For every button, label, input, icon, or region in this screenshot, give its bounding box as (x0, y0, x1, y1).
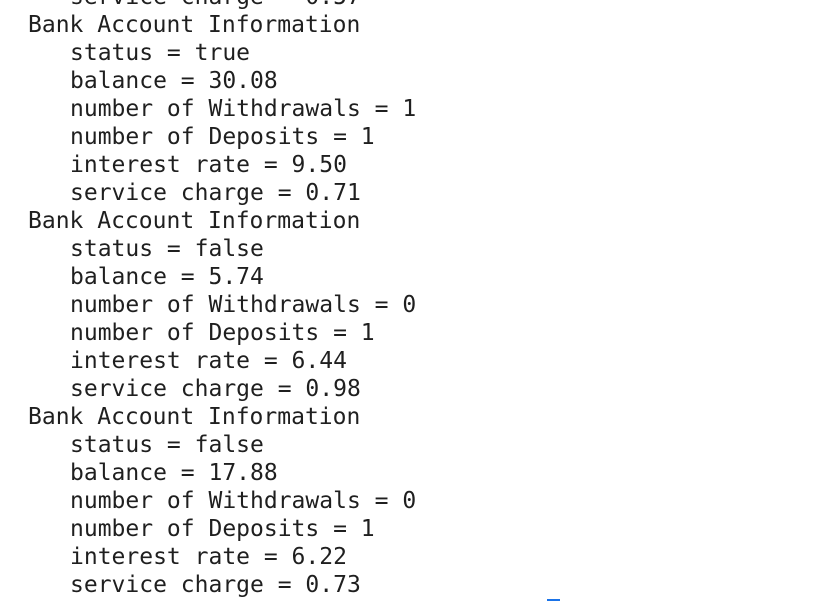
account-field-line: number of Deposits = 1 (70, 320, 375, 346)
account-header-line: Bank Account Information (28, 12, 361, 38)
account-field-line: balance = 17.88 (70, 460, 278, 486)
account-field-line: number of Withdrawals = 1 (70, 96, 417, 122)
account-field-line: service charge = 0.98 (70, 376, 361, 402)
account-field-line: interest rate = 9.50 (70, 152, 347, 178)
console-output-text: service charge = 0.57Bank Account Inform… (28, 0, 416, 599)
account-field-line: number of Withdrawals = 0 (70, 292, 417, 318)
account-field-line: balance = 5.74 (70, 264, 264, 290)
text-cursor (547, 599, 560, 601)
account-field-line: number of Withdrawals = 0 (70, 488, 417, 514)
account-field-line: status = false (70, 236, 264, 262)
account-header-line: Bank Account Information (28, 404, 361, 430)
account-field-line: status = true (70, 40, 251, 66)
account-field-line: interest rate = 6.22 (70, 544, 347, 570)
account-field-line: status = false (70, 432, 264, 458)
account-field-line: interest rate = 6.44 (70, 348, 347, 374)
account-field-line: service charge = 0.57 (28, 0, 416, 11)
account-field-line: balance = 30.08 (70, 68, 278, 94)
account-field-line: number of Deposits = 1 (70, 516, 375, 542)
account-field-line: number of Deposits = 1 (70, 124, 375, 150)
account-header-line: Bank Account Information (28, 208, 361, 234)
account-field-line: service charge = 0.71 (70, 180, 361, 206)
account-field-line: service charge = 0.73 (70, 572, 361, 598)
console-output-panel[interactable]: service charge = 0.57Bank Account Inform… (0, 0, 836, 602)
